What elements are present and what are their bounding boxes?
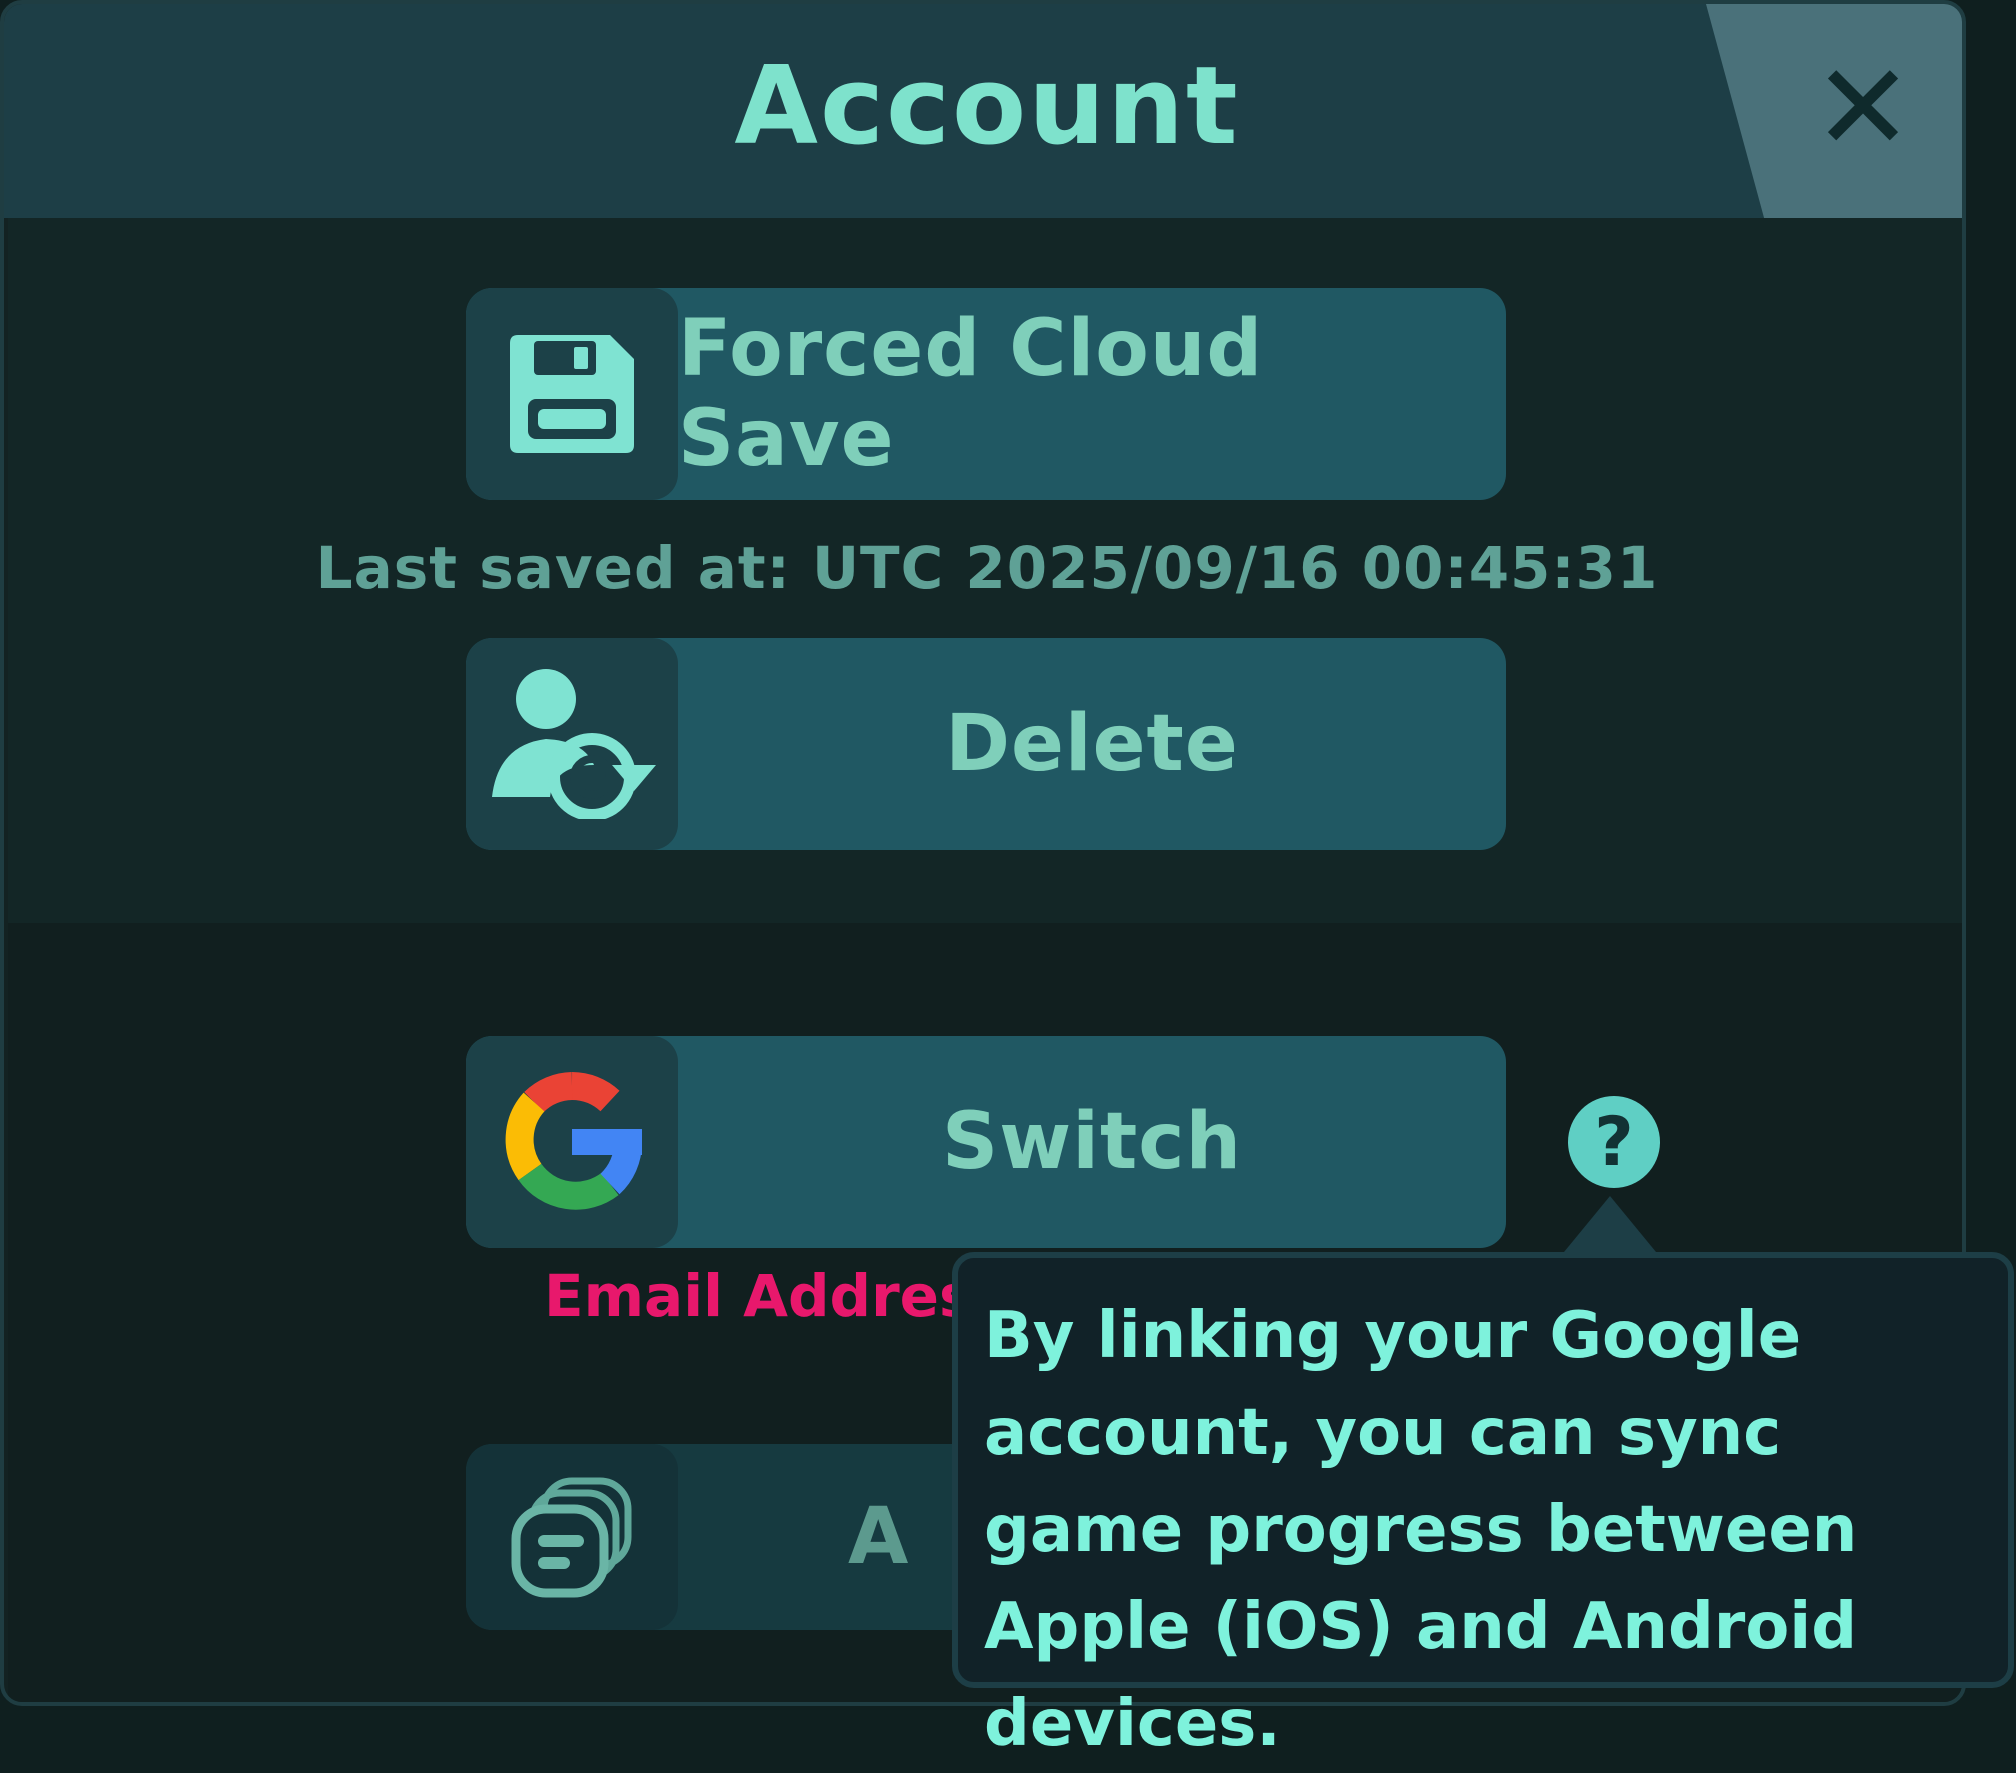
stacked-cards-icon (466, 1444, 678, 1630)
dialog-header: Account ✕ (4, 4, 1962, 218)
floppy-disk-icon (466, 288, 678, 500)
question-icon: ? (1594, 1102, 1634, 1182)
forced-cloud-save-button[interactable]: Forced Cloud Save (466, 288, 1506, 500)
help-button[interactable]: ? (1568, 1096, 1660, 1188)
dialog-title: Account (734, 44, 1240, 169)
close-icon: ✕ (1812, 39, 1914, 178)
user-reset-icon (466, 638, 678, 850)
delete-button[interactable]: Delete (466, 638, 1506, 850)
switch-label: Switch (941, 1097, 1243, 1187)
last-saved-text: Last saved at: UTC 2025/09/16 00:45:31 (315, 534, 1659, 602)
google-link-tooltip: By linking your Google account, you can … (952, 1252, 2014, 1761)
switch-google-button[interactable]: Switch (466, 1036, 1506, 1248)
email-address-label: Email Address (544, 1262, 1009, 1330)
delete-label: Delete (945, 699, 1239, 789)
forced-cloud-save-label: Forced Cloud Save (678, 304, 1264, 484)
google-icon (466, 1036, 678, 1248)
close-button[interactable]: ✕ (1808, 49, 1918, 169)
